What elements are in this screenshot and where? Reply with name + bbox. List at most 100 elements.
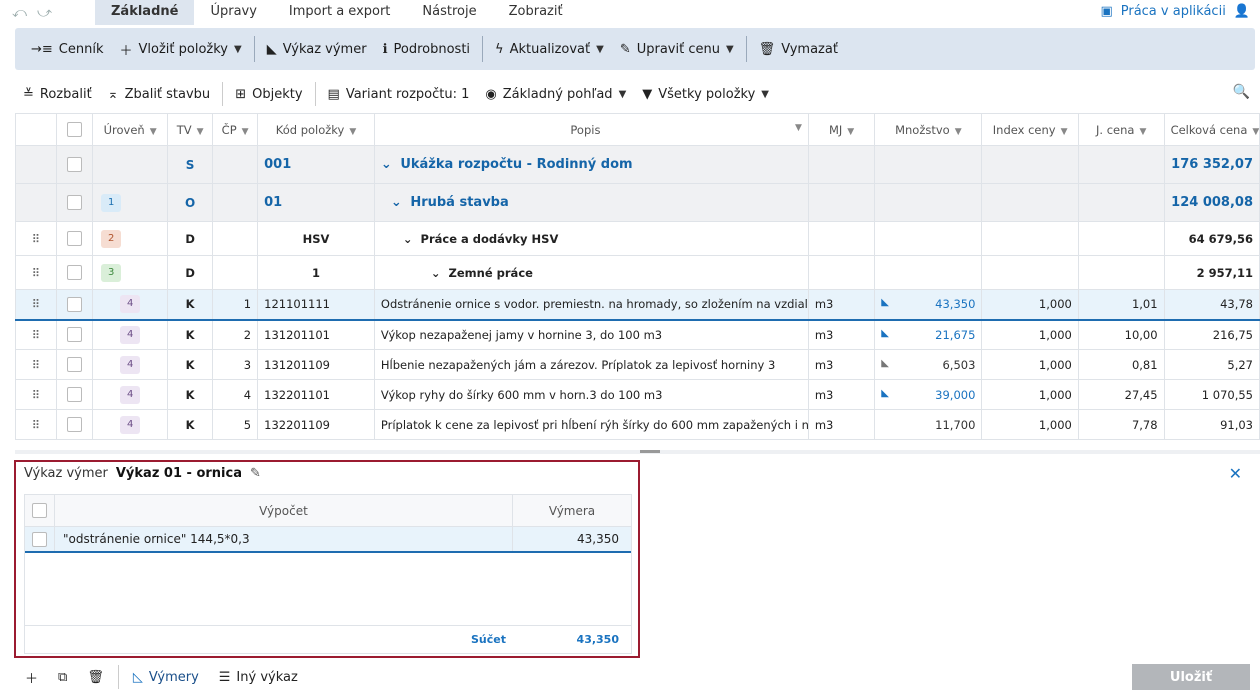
save-button[interactable]: Uložiť [1132,664,1250,690]
table-row[interactable]: ⠿ 4 K 2 131201101 Výkop nezapaženej jamy v ho… [15,319,1260,350]
aktualizovat-button[interactable]: ϟ Aktualizovať ▼ [487,34,612,64]
chevron-down-icon[interactable]: ⌄ [391,195,406,210]
row-checkbox[interactable] [66,265,82,280]
vymery-button[interactable]: ◺ Výmery [123,670,209,685]
tab-nastroje[interactable]: Nástroje [406,0,492,25]
panel-splitter[interactable] [15,450,1260,454]
row-checkbox[interactable] [66,296,82,312]
chevron-down-icon[interactable]: ⌄ [403,232,417,246]
filter-icon[interactable]: ▼ [242,127,249,137]
quantity-value[interactable]: 6,503 [942,358,975,372]
col-header-kod[interactable]: Kód položky ▼ [257,113,375,146]
col-header-mnozstvo[interactable]: Množstvo ▼ [874,113,983,146]
table-row[interactable]: ⠿ 4 K 5 132201109 Príplatok k cene za lepivos… [15,409,1260,440]
drag-handle-icon[interactable]: ⠿ [32,388,40,402]
chevron-down-icon[interactable]: ⌄ [431,266,445,280]
zakladny-pohlad-dropdown[interactable]: ◉ Základný pohľad ▼ [477,87,634,102]
tab-upravy[interactable]: Úpravy [194,0,272,25]
iny-vykaz-button[interactable]: ☰ Iný výkaz [209,670,308,685]
row-checkbox[interactable] [66,157,82,172]
drag-handle-icon[interactable]: ⠿ [32,418,40,432]
col-header-cp[interactable]: ČP ▼ [212,113,259,146]
filter-icon[interactable]: ▼ [349,127,356,137]
row-checkbox[interactable] [66,417,82,432]
tab-zobrazit[interactable]: Zobraziť [493,0,579,25]
select-all-checkbox[interactable] [32,503,47,518]
ruler-icon[interactable]: ◣ [881,297,889,308]
undo-icon[interactable]: ⤺ [12,5,27,21]
rozbalit-button[interactable]: ≚ Rozbaliť [15,87,100,102]
vlozit-polozky-button[interactable]: ＋ Vložiť položky ▼ [112,34,250,64]
mj-cell: m3 [807,349,876,380]
splitter-handle[interactable] [640,450,660,453]
close-icon[interactable]: ✕ [1229,464,1242,483]
redo-icon[interactable]: ⤻ [37,5,52,21]
upravit-cenu-button[interactable]: ✎ Upraviť cenu ▼ [612,34,742,64]
ruler-icon[interactable]: ◣ [881,388,889,399]
filter-icon[interactable]: ▼ [1139,127,1146,137]
tab-import-export[interactable]: Import a export [273,0,407,25]
table-row[interactable]: 1 O 01 ⌄ Hrubá stavba 124 008,08 [15,183,1260,222]
col-header-index[interactable]: Index ceny ▼ [981,113,1079,146]
select-all-header[interactable] [55,113,94,146]
table-row[interactable]: ⠿ 3 D 1 ⌄ Zemné práce 2 957,11 [15,255,1260,290]
row-checkbox[interactable] [66,195,82,210]
row-checkbox[interactable] [32,531,47,547]
praca-v-aplikacii-link[interactable]: ▣ Práca v aplikácii 👤 [1100,4,1250,19]
podrobnosti-button[interactable]: ℹ Podrobnosti [375,34,478,64]
copy-row-button[interactable]: ⧉ [48,670,77,685]
vsetky-polozky-dropdown[interactable]: ▼ Všetky položky ▼ [634,87,777,102]
drag-handle-icon[interactable]: ⠿ [32,297,40,311]
vymery-row[interactable]: "odstránenie ornice" 144,5*0,3 43,350 [25,527,631,553]
vymazat-button[interactable]: 🗑 Vymazať [751,34,846,64]
filter-icon[interactable]: ▼ [795,123,802,133]
cennik-button[interactable]: →≡ Cenník [23,34,112,64]
filter-icon[interactable]: ▼ [1252,127,1258,137]
search-icon[interactable]: 🔍 [1233,84,1250,100]
vykaz-vymer-button[interactable]: ◣ Výkaz výmer [259,34,375,64]
row-checkbox[interactable] [66,327,82,343]
table-row[interactable]: ⠿ 2 D HSV ⌄ Práce a dodávky HSV 64 679,56 [15,221,1260,256]
table-row[interactable]: ⠿ 4 K 3 131201109 Hĺbenie nezapažených jám a … [15,349,1260,380]
drag-handle-icon[interactable]: ⠿ [32,232,40,246]
col-header-popis[interactable]: Popis ▼ [373,113,809,146]
delete-row-button[interactable]: 🗑 [77,670,114,685]
col-header-celkova[interactable]: Celková cena ▼ [1163,113,1260,146]
filter-icon[interactable]: ▼ [955,127,962,137]
quantity-value[interactable]: 39,000 [935,388,975,402]
filter-icon[interactable]: ▼ [847,127,854,137]
col-header-jcena[interactable]: J. cena ▼ [1077,113,1165,146]
quantity-value[interactable]: 11,700 [935,418,975,432]
variant-rozpoctu-button[interactable]: ▤ Variant rozpočtu: 1 [320,87,478,102]
drag-handle-icon[interactable]: ⠿ [32,328,40,342]
drag-handle-icon[interactable]: ⠿ [32,358,40,372]
unit-price-cell [1077,145,1165,184]
objekty-button[interactable]: ⊞ Objekty [227,87,310,102]
row-checkbox[interactable] [66,231,82,246]
tab-zakladne[interactable]: Základné [95,0,195,25]
quantity-value[interactable]: 43,350 [935,297,975,311]
col-header-tv[interactable]: TV ▼ [167,113,214,146]
table-row[interactable]: ⠿ 4 K 1 121101111 Odstránenie ornice s vodor.… [15,289,1260,320]
quantity-value[interactable]: 21,675 [935,328,975,342]
filter-icon[interactable]: ▼ [197,127,204,137]
select-all-checkbox[interactable] [66,122,82,137]
row-checkbox[interactable] [66,357,82,372]
ruler-icon[interactable]: ◣ [881,358,889,369]
drag-handle-icon[interactable]: ⠿ [32,266,40,280]
formula-cell[interactable]: "odstránenie ornice" 144,5*0,3 [55,527,513,551]
filter-icon[interactable]: ▼ [1061,127,1068,137]
row-checkbox[interactable] [66,387,82,402]
zbalit-stavbu-button[interactable]: ⌅ Zbaliť stavbu [100,87,219,102]
ruler-icon[interactable]: ◣ [881,328,889,339]
filter-icon[interactable]: ▼ [150,127,157,137]
col-header-uroven[interactable]: Úroveň ▼ [92,113,169,146]
chevron-down-icon[interactable]: ⌄ [381,157,396,172]
add-row-button[interactable]: ＋ [15,668,48,687]
col-header-mj[interactable]: MJ ▼ [807,113,876,146]
table-row[interactable]: ⠿ 4 K 4 132201101 Výkop ryhy do šírky 600 mm … [15,379,1260,410]
add-user-icon[interactable]: 👤 [1234,4,1250,19]
table-row[interactable]: S 001 ⌄ Ukážka rozpočtu - Rodinný dom 176 3… [15,145,1260,184]
code-cell: 131201109 [257,349,375,380]
edit-icon[interactable]: ✎ [250,466,261,481]
